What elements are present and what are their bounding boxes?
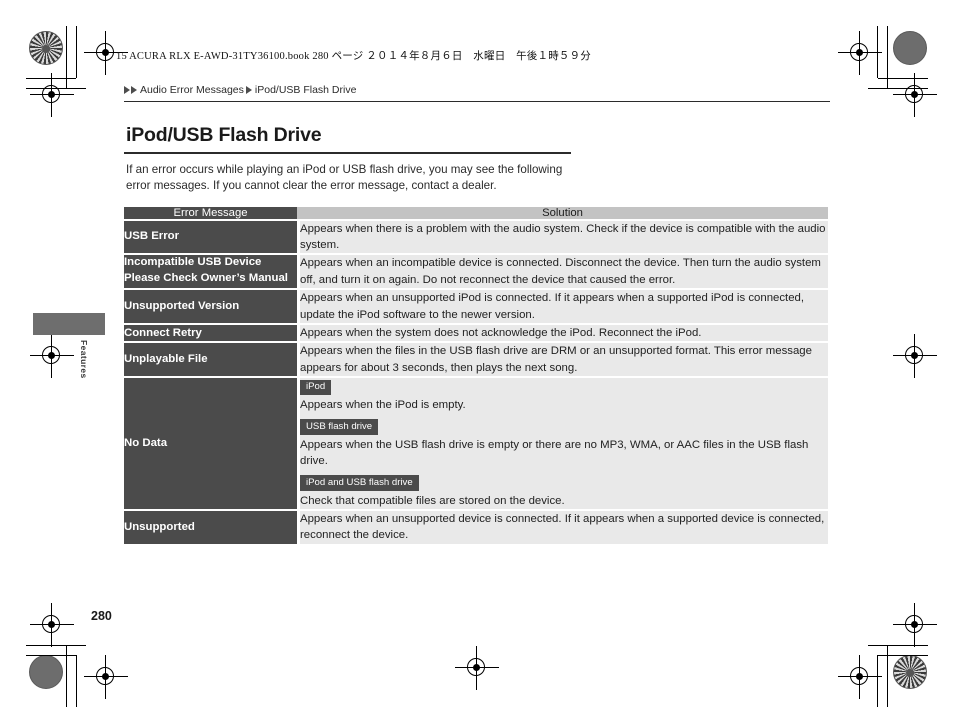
- density-patch-bottom-left: [29, 655, 63, 689]
- device-badge: iPod: [300, 379, 332, 396]
- table-row: Unplayable File Appears when the files i…: [124, 343, 828, 379]
- error-message-cell: Connect Retry: [124, 325, 297, 344]
- trim-mark-top-right-h: [868, 88, 928, 90]
- solution-cell: Appears when an unsupported device is co…: [297, 510, 828, 546]
- solution-cell: Appears when there is a problem with the…: [297, 220, 828, 256]
- solution-cell: Appears when an incompatible device is c…: [297, 255, 828, 291]
- error-message-cell: Unsupported: [124, 510, 297, 546]
- solution-cell: Appears when the files in the USB flash …: [297, 343, 828, 379]
- intro-paragraph: If an error occurs while playing an iPod…: [126, 162, 563, 193]
- table-header-row: Error Message Solution: [124, 206, 828, 221]
- solution-block: iPod Appears when the iPod is empty.: [300, 378, 828, 413]
- error-message-cell: Unplayable File: [124, 343, 297, 379]
- trim-mark-bottom-left-v2: [76, 655, 78, 707]
- trim-mark-top-left-h: [26, 88, 86, 90]
- running-head: 15 ACURA RLX E-AWD-31TY36100.book 280 ペー…: [116, 51, 591, 62]
- registration-crosshair-top-right-inner: [893, 73, 937, 117]
- error-message-cell: USB Error: [124, 220, 297, 256]
- solution-text: Appears when the iPod is empty.: [300, 399, 466, 412]
- registration-rosette-bottom-right: [893, 655, 927, 689]
- breadcrumb: Audio Error Messages iPod/USB Flash Drive: [124, 84, 830, 102]
- registration-crosshair-bottom-center: [455, 646, 499, 690]
- table-row: USB Error Appears when there is a proble…: [124, 220, 828, 256]
- triangle-icon: [124, 86, 130, 94]
- solution-block: USB flash drive Appears when the USB fla…: [300, 418, 828, 470]
- registration-crosshair-bottom-right-inner: [838, 655, 882, 699]
- registration-crosshair-top-right-outer: [838, 31, 882, 75]
- trim-mark-bottom-right-h: [868, 645, 928, 647]
- triangle-icon: [131, 86, 137, 94]
- page-title: iPod/USB Flash Drive: [126, 124, 322, 146]
- error-message-cell: Incompatible USB Device Please Check Own…: [124, 255, 297, 291]
- column-header-solution: Solution: [297, 206, 828, 221]
- solution-block: iPod and USB flash drive Check that comp…: [300, 474, 828, 509]
- table-row-no-data: No Data iPod Appears when the iPod is em…: [124, 378, 828, 511]
- density-patch-top-right: [893, 31, 927, 65]
- error-message-cell: No Data: [124, 378, 297, 511]
- registration-rosette-top-left: [29, 31, 63, 65]
- side-tab-label: Features: [79, 340, 89, 379]
- page-content: Audio Error Messages iPod/USB Flash Drive…: [124, 84, 830, 546]
- solution-cell: iPod Appears when the iPod is empty. USB…: [297, 378, 828, 511]
- solution-text: Check that compatible files are stored o…: [300, 494, 565, 507]
- registration-crosshair-left-middle: [30, 334, 74, 378]
- trim-mark-top-right-v2: [877, 26, 879, 78]
- triangle-icon: [245, 86, 252, 94]
- trim-mark-top-left-v2: [76, 26, 78, 78]
- solution-cell: Appears when an unsupported iPod is conn…: [297, 290, 828, 326]
- trim-mark-bottom-left-h: [26, 645, 86, 647]
- trim-mark-bottom-right-h2: [878, 655, 928, 657]
- registration-crosshair-bottom-left-outer: [30, 603, 74, 647]
- page-number: 280: [91, 609, 112, 623]
- breadcrumb-level-2[interactable]: iPod/USB Flash Drive: [255, 84, 357, 96]
- solution-cell: Appears when the system does not acknowl…: [297, 325, 828, 344]
- table-row: Connect Retry Appears when the system do…: [124, 325, 828, 344]
- table-row: Unsupported Appears when an unsupported …: [124, 510, 828, 546]
- trim-mark-top-right-h2: [878, 78, 928, 80]
- registration-crosshair-bottom-left-inner: [84, 655, 128, 699]
- title-underline: [124, 152, 571, 154]
- solution-text: Appears when the USB flash drive is empt…: [300, 438, 809, 468]
- registration-crosshair-right-middle: [893, 334, 937, 378]
- device-badge: USB flash drive: [300, 419, 379, 435]
- registration-crosshair-bottom-right-outer: [893, 603, 937, 647]
- table-row: Incompatible USB Device Please Check Own…: [124, 255, 828, 291]
- column-header-error-message: Error Message: [124, 206, 297, 221]
- device-badge: iPod and USB flash drive: [300, 475, 419, 491]
- side-tab-marker: [33, 313, 105, 335]
- trim-mark-bottom-right-v2: [877, 655, 879, 707]
- breadcrumb-level-1[interactable]: Audio Error Messages: [140, 84, 244, 96]
- error-message-cell: Unsupported Version: [124, 290, 297, 326]
- trim-mark-top-left-h2: [26, 78, 76, 80]
- table-row: Unsupported Version Appears when an unsu…: [124, 290, 828, 326]
- registration-crosshair-top-left-inner: [30, 73, 74, 117]
- trim-mark-bottom-left-h2: [26, 655, 76, 657]
- error-messages-table: Error Message Solution USB Error Appears…: [124, 206, 828, 546]
